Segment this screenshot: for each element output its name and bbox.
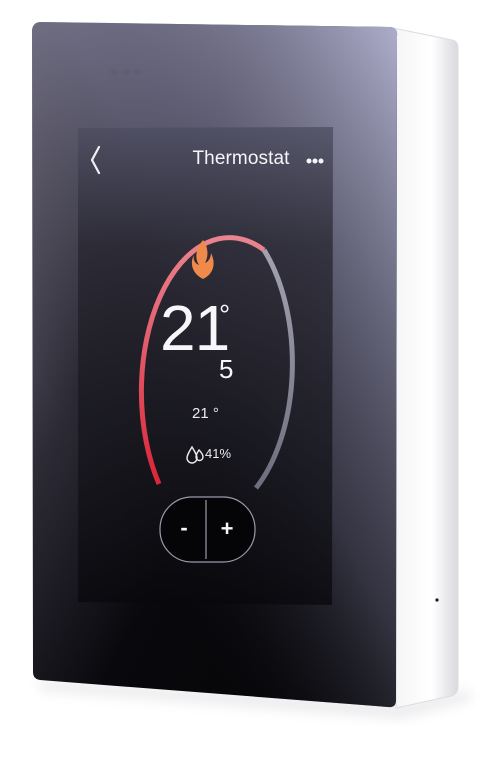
increase-label: + (220, 516, 234, 541)
decrease-label: - (180, 515, 188, 540)
sensor-dots (110, 69, 141, 75)
back-button[interactable] (84, 140, 110, 180)
status-led (435, 598, 439, 602)
thermostat-device (32, 22, 470, 718)
humidity-readout: 41% (184, 446, 231, 461)
current-temperature-degree: ° (219, 299, 231, 330)
device-frame-side (392, 27, 459, 709)
screen-title: Thermostat (192, 148, 290, 169)
current-temperature-decimal: 5 (219, 354, 234, 384)
thermostat-device-photo: Thermostat 21 ° 5 21 ° 41% - + (0, 0, 500, 760)
more-options-button[interactable] (300, 148, 332, 174)
humidity-value: 41% (205, 446, 232, 461)
setpoint-temperature: 21 ° (192, 405, 219, 422)
